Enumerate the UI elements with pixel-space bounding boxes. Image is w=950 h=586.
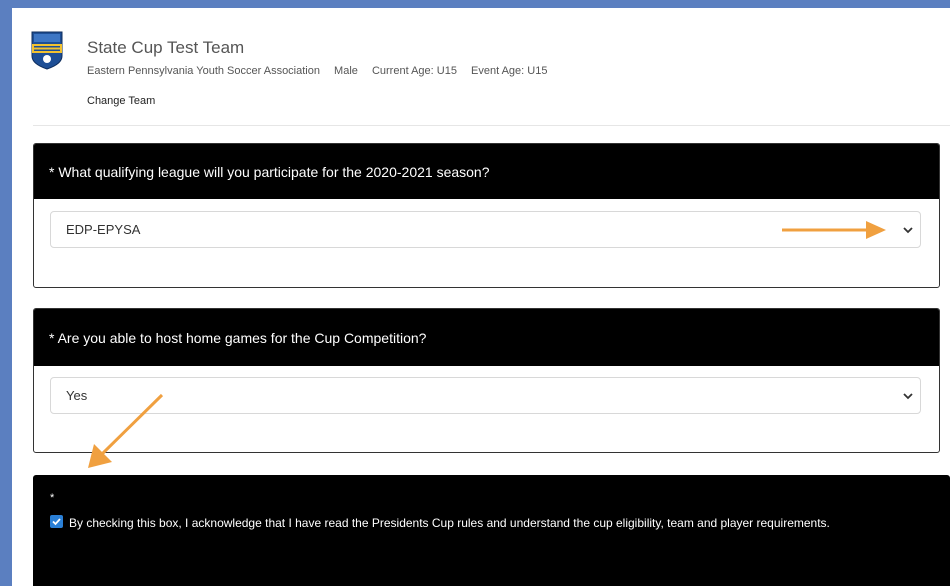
checkmark-icon: [52, 518, 61, 526]
host-games-question: * Are you able to host home games for th…: [34, 309, 939, 366]
team-gender: Male: [334, 65, 358, 77]
acknowledgement-card: * By checking this box, I acknowledge th…: [33, 475, 950, 586]
team-meta: Eastern Pennsylvania Youth Soccer Associ…: [87, 65, 558, 77]
annotation-arrow-right-icon: [782, 221, 886, 239]
team-association: Eastern Pennsylvania Youth Soccer Associ…: [87, 65, 320, 77]
required-mark: *: [50, 492, 55, 504]
team-event-age: Event Age: U15: [471, 65, 548, 77]
team-current-age: Current Age: U15: [371, 65, 457, 77]
qualifying-league-question: * What qualifying league will you partic…: [34, 144, 939, 199]
qualifying-league-selected-value: EDP-EPYSA: [66, 222, 141, 237]
header-divider: [33, 125, 950, 126]
chevron-down-icon: [903, 393, 913, 400]
acknowledgement-text: By checking this box, I acknowledge that…: [69, 516, 830, 530]
team-header: State Cup Test Team Eastern Pennsylvania…: [12, 8, 950, 128]
host-games-select[interactable]: Yes: [50, 377, 921, 414]
team-name: State Cup Test Team: [87, 38, 245, 57]
qualifying-league-card: * What qualifying league will you partic…: [33, 143, 940, 288]
chevron-down-icon: [903, 227, 913, 234]
acknowledgement-checkbox[interactable]: [50, 515, 63, 528]
change-team-link[interactable]: Change Team: [87, 95, 155, 107]
epysa-shield-logo: [30, 30, 64, 70]
registration-page: State Cup Test Team Eastern Pennsylvania…: [12, 8, 950, 586]
host-games-card: * Are you able to host home games for th…: [33, 308, 940, 453]
annotation-arrow-down-left-icon: [88, 393, 164, 468]
